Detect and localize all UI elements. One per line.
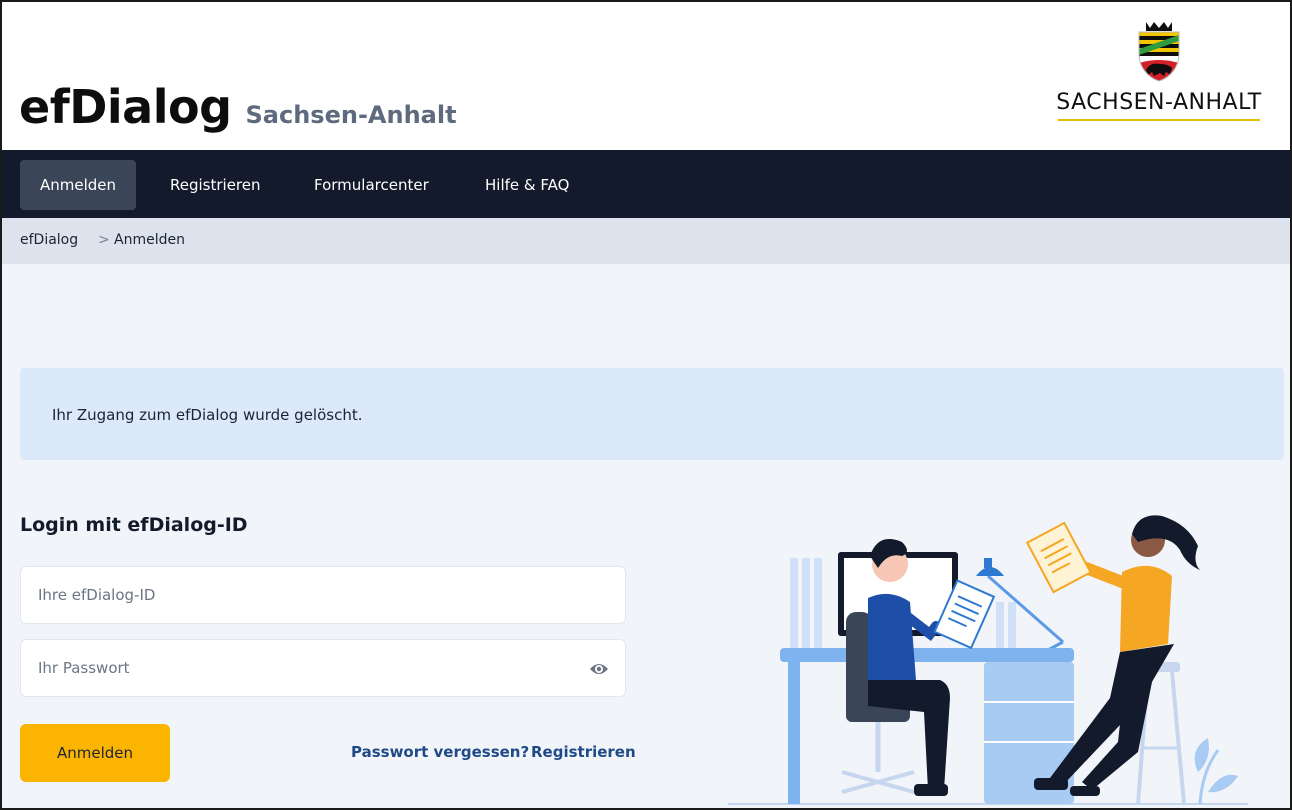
forgot-password-link[interactable]: Passwort vergessen? [351, 743, 529, 761]
state-logo[interactable]: SACHSEN-ANHALT [1054, 20, 1264, 124]
efdialog-id-input[interactable] [21, 567, 625, 623]
main-nav: Anmelden Registrieren Formularcenter Hil… [2, 150, 1290, 218]
breadcrumb-item-anmelden: Anmelden [114, 232, 185, 248]
password-field [20, 639, 626, 697]
brand-region: Sachsen-Anhalt [245, 101, 457, 129]
breadcrumb-item-efdialog[interactable]: efDialog [20, 232, 78, 248]
register-link[interactable]: Registrieren [531, 743, 636, 761]
site-header: efDialog Sachsen-Anhalt SACHSEN-ANHALT [2, 2, 1290, 150]
login-button[interactable]: Anmelden [20, 724, 170, 782]
nav-item-formularcenter[interactable]: Formularcenter [294, 160, 449, 210]
alert-message: Ihr Zugang zum efDialog wurde gelöscht. [52, 406, 363, 424]
brand-name: efDialog [19, 80, 232, 134]
nav-item-hilfe-faq[interactable]: Hilfe & FAQ [465, 160, 589, 210]
nav-item-anmelden[interactable]: Anmelden [20, 160, 137, 210]
breadcrumb: efDialog > Anmelden [2, 218, 1290, 264]
logo-underline [1058, 119, 1260, 121]
logo-text: SACHSEN-ANHALT [1056, 90, 1262, 115]
page: efDialog Sachsen-Anhalt SACHSEN-ANHALT A… [0, 0, 1292, 810]
office-illustration [728, 515, 1248, 805]
coat-of-arms-icon [1138, 22, 1180, 82]
nav-item-registrieren[interactable]: Registrieren [150, 160, 281, 210]
brand[interactable]: efDialog Sachsen-Anhalt [19, 80, 457, 134]
login-title: Login mit efDialog-ID [20, 514, 248, 536]
password-input[interactable] [21, 640, 625, 696]
eye-icon[interactable] [589, 660, 609, 678]
efdialog-id-field [20, 566, 626, 624]
info-alert: Ihr Zugang zum efDialog wurde gelöscht. [20, 368, 1284, 460]
chevron-right-icon: > [98, 232, 110, 248]
